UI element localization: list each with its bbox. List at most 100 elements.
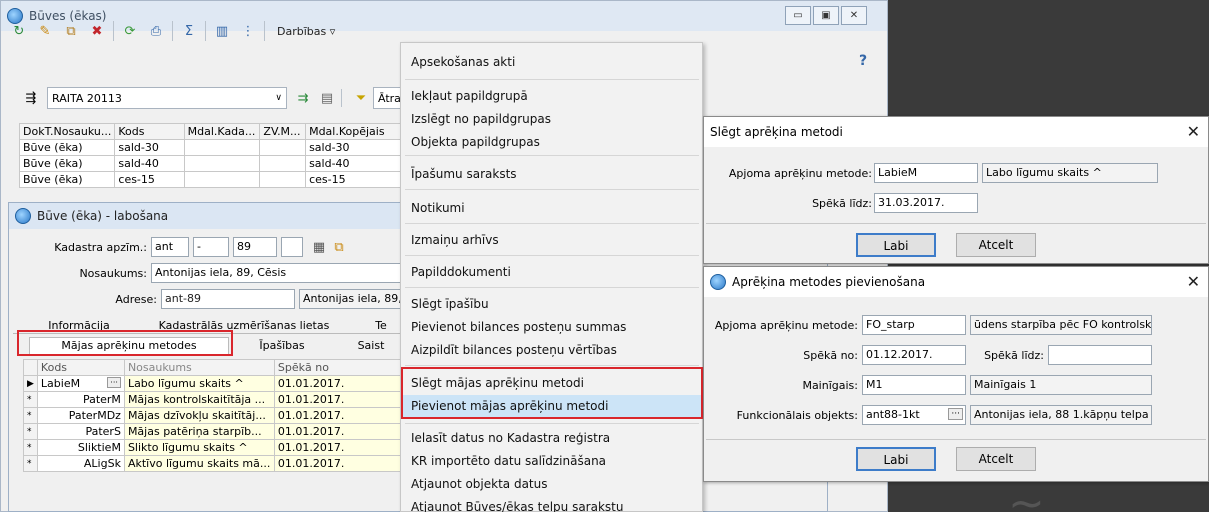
tab-te[interactable]: Te bbox=[361, 319, 401, 332]
dialog-divider bbox=[706, 223, 1206, 224]
help-icon[interactable]: ? bbox=[859, 53, 867, 69]
sum-icon[interactable]: Σ bbox=[179, 21, 199, 41]
column-header[interactable]: Kods bbox=[36, 359, 125, 376]
app-logo-icon bbox=[710, 274, 726, 290]
nosaukums-label: Nosaukums: bbox=[79, 267, 147, 280]
until-field[interactable] bbox=[1048, 345, 1152, 365]
refresh-icon[interactable]: ↻ bbox=[9, 21, 29, 41]
menu-item-atjaunot-objekta-datus[interactable]: Atjaunot objekta datus bbox=[411, 477, 548, 491]
method-name-field: ūdens starpība pēc FO kontrolskai bbox=[970, 315, 1152, 335]
column-header[interactable]: Mdal.Kopējais bbox=[305, 123, 403, 140]
table-row[interactable]: * PaterS Mājas patēriņa starpīb... 01.01… bbox=[23, 423, 404, 440]
close-icon[interactable]: ✕ bbox=[1187, 272, 1200, 291]
table-row[interactable]: * PaterM Mājas kontrolskaitītāja ... 01.… bbox=[23, 391, 404, 408]
close-icon[interactable]: ✕ bbox=[1187, 122, 1200, 141]
print-icon[interactable]: ⎙ bbox=[146, 21, 166, 41]
column-header[interactable]: Nosaukums bbox=[123, 359, 275, 376]
quick-filter-label: Ātra bbox=[378, 91, 401, 105]
menu-item-ieklaut-papildgrupa[interactable]: Iekļaut papildgrupā bbox=[411, 89, 528, 103]
maximize-button[interactable]: ▣ bbox=[813, 6, 839, 25]
funnel-icon[interactable]: ⏷ bbox=[351, 88, 371, 108]
list-icon[interactable]: ▤ bbox=[317, 88, 337, 108]
method-label: Apjoma aprēķinu metode: bbox=[714, 319, 858, 332]
close-dialog-title: Slēgt aprēķina metodi bbox=[710, 125, 843, 139]
kadastra-part4-field[interactable] bbox=[281, 237, 303, 257]
menu-item-ielasit-kadastra[interactable]: Ielasīt datus no Kadastra reģistra bbox=[411, 431, 610, 445]
actions-menu-button[interactable]: Darbības ▿ bbox=[277, 25, 335, 38]
quick-filter-field[interactable]: Ātra bbox=[373, 87, 401, 109]
variable-code-field[interactable]: M1 bbox=[862, 375, 966, 395]
cell bbox=[259, 139, 307, 156]
menu-item-atjaunot-telpu-sarakstu[interactable]: Atjaunot Būves/ēkas telpu sarakstu bbox=[411, 500, 623, 512]
cancel-button[interactable]: Atcelt bbox=[956, 233, 1036, 257]
method-code-field[interactable]: FO_starp bbox=[862, 315, 966, 335]
table-row[interactable]: Būve (ēka) sald-30 sald-30 bbox=[18, 139, 403, 156]
columns-icon[interactable]: ▥ bbox=[212, 21, 232, 41]
delete-icon[interactable]: ✖ bbox=[87, 21, 107, 41]
toolbar-separator bbox=[264, 21, 265, 41]
context-menu: Apsekošanas akti Iekļaut papildgrupā Izs… bbox=[400, 42, 703, 512]
functional-object-label: Funkcionālais objekts: bbox=[736, 409, 858, 422]
menu-item-notikumi[interactable]: Notikumi bbox=[411, 201, 465, 215]
apply-icon[interactable]: ⇉ bbox=[293, 88, 313, 108]
method-code-field[interactable]: LabieM bbox=[874, 163, 978, 183]
cancel-button[interactable]: Atcelt bbox=[956, 447, 1036, 471]
lookup-button[interactable]: ··· bbox=[948, 408, 963, 420]
table-row[interactable]: Būve (ēka) ces-15 ces-15 bbox=[18, 171, 403, 188]
adrese-code-field[interactable]: ant-89 bbox=[161, 289, 295, 309]
table-row[interactable]: ▶ LabieM ··· Labo līgumu skaits ^ 01.01.2… bbox=[23, 375, 404, 392]
cell: ces-15 bbox=[114, 171, 185, 188]
cell-code[interactable]: LabieM ··· bbox=[36, 375, 125, 392]
add-dialog-title: Aprēķina metodes pievienošana bbox=[732, 275, 926, 289]
menu-item-izslegt-no-papildgrupas[interactable]: Izslēgt no papildgrupas bbox=[411, 112, 551, 126]
ok-button[interactable]: Labi bbox=[856, 233, 936, 257]
until-field[interactable]: 31.03.2017. bbox=[874, 193, 978, 213]
minimize-button[interactable]: ▭ bbox=[785, 6, 811, 25]
kadastra-part2-field[interactable]: - bbox=[193, 237, 229, 257]
menu-item-kr-salidzinasana[interactable]: KR importēto datu salīdzināšana bbox=[411, 454, 606, 468]
cell-code: ALigSk bbox=[36, 455, 125, 472]
table-row[interactable]: * PaterMDz Mājas dzīvokļu skaitītāj... 0… bbox=[23, 407, 404, 424]
calculator-icon[interactable]: ▦ bbox=[309, 237, 329, 257]
menu-item-aizpildit-bilances-vertibas[interactable]: Aizpildīt bilances posteņu vērtības bbox=[411, 343, 617, 357]
functional-object-field[interactable]: ant88-1kt ··· bbox=[862, 405, 966, 425]
sync-icon[interactable]: ⟳ bbox=[120, 21, 140, 41]
column-header[interactable]: Mdal.Kada... bbox=[183, 123, 261, 140]
from-field[interactable]: 01.12.2017. bbox=[862, 345, 966, 365]
copy-icon[interactable]: ⧉ bbox=[61, 21, 81, 41]
lookup-button[interactable]: ··· bbox=[107, 377, 121, 388]
tree-icon[interactable]: ⋮ bbox=[238, 21, 258, 41]
cell-date: 01.01.2017. bbox=[273, 455, 404, 472]
column-header[interactable]: ZV.M... bbox=[259, 123, 307, 140]
watermark: ~ bbox=[1008, 478, 1046, 512]
table-row[interactable]: Būve (ēka) sald-40 sald-40 bbox=[18, 155, 403, 172]
close-method-dialog: Slēgt aprēķina metodi ✕ Apjoma aprēķinu … bbox=[703, 116, 1209, 264]
table-row[interactable]: * ALigSk Aktīvo līgumu skaits mā... 01.0… bbox=[23, 455, 404, 472]
method-label: Apjoma aprēķinu metode: bbox=[728, 167, 872, 180]
column-header[interactable]: DokT.Nosauku... bbox=[18, 123, 116, 140]
kadastra-part3-field[interactable]: 89 bbox=[233, 237, 277, 257]
menu-item-pievienot-bilances-summas[interactable]: Pievienot bilances posteņu summas bbox=[411, 320, 626, 334]
tab-ipasibas[interactable]: Īpašības bbox=[247, 339, 317, 352]
filter-set-icon[interactable]: ⇶ bbox=[21, 88, 41, 108]
menu-item-objekta-papildgrupas[interactable]: Objekta papildgrupas bbox=[411, 135, 540, 149]
copy-icon[interactable]: ⧉ bbox=[329, 237, 349, 257]
close-button[interactable]: ✕ bbox=[841, 6, 867, 25]
column-header[interactable]: Kods bbox=[114, 123, 185, 140]
cell-code-text: LabieM bbox=[40, 377, 81, 390]
ok-button[interactable]: Labi bbox=[856, 447, 936, 471]
dataset-combo[interactable]: RAITA 20113 ∨ bbox=[47, 87, 287, 109]
menu-item-apsekosanas-akti[interactable]: Apsekošanas akti bbox=[411, 55, 515, 69]
menu-item-slegt-ipasibu[interactable]: Slēgt īpašību bbox=[411, 297, 489, 311]
table-row[interactable]: * SliktieM Slikto līgumu skaits ^ 01.01.… bbox=[23, 439, 404, 456]
edit-icon[interactable]: ✎ bbox=[35, 21, 55, 41]
nosaukums-field[interactable]: Antonijas iela, 89, Cēsis bbox=[151, 263, 403, 283]
menu-item-papilddokumenti[interactable]: Papilddokumenti bbox=[411, 265, 511, 279]
chevron-down-icon: ∨ bbox=[275, 93, 282, 103]
column-header[interactable]: Spēkā no bbox=[273, 359, 404, 376]
tab-saist[interactable]: Saist bbox=[341, 339, 401, 352]
kadastra-part1-field[interactable]: ant bbox=[151, 237, 189, 257]
menu-item-ipasumu-saraksts[interactable]: Īpašumu saraksts bbox=[411, 167, 517, 181]
menu-item-izmainu-arhivs[interactable]: Izmaiņu arhīvs bbox=[411, 233, 499, 247]
cell-code: PaterM bbox=[36, 391, 125, 408]
